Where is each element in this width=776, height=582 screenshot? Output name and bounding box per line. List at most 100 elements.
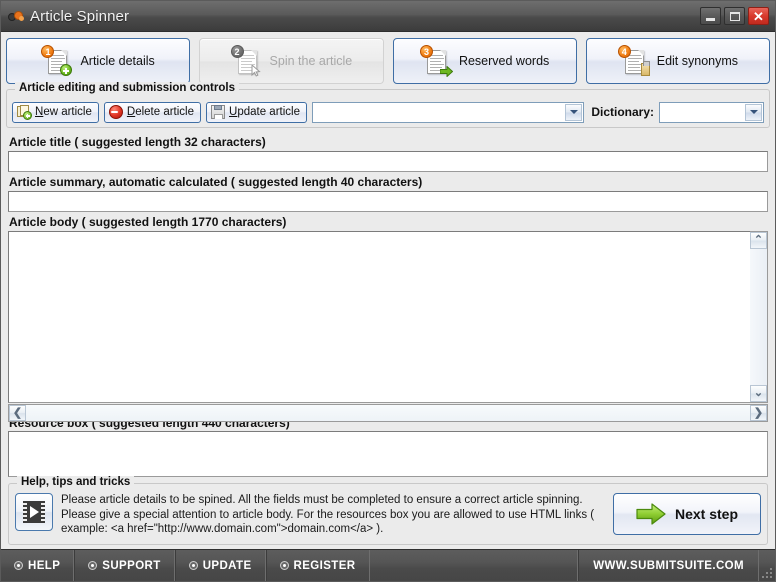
resize-grip[interactable] <box>759 550 775 581</box>
step-button-label: Edit synonyms <box>656 54 739 68</box>
step-number-badge: 3 <box>419 45 433 58</box>
dictionary-label: Dictionary: <box>591 105 654 119</box>
help-text: Please article details to be spined. All… <box>61 494 595 535</box>
scroll-left-button[interactable]: ❮ <box>9 405 26 421</box>
resource-box-textarea[interactable] <box>8 431 768 477</box>
chevron-left-icon: ❮ <box>12 406 23 419</box>
status-bar: HELP SUPPORT UPDATE REGISTER WWW.SUBMITS… <box>1 549 775 581</box>
status-item-register[interactable]: REGISTER <box>265 550 370 581</box>
radio-dot-icon <box>88 561 98 570</box>
film-strip-glyph <box>23 501 45 523</box>
help-tips-group: Help, tips and tricks Please article det… <box>8 476 768 545</box>
document-clipboard-icon: 4 <box>617 45 650 77</box>
article-body-value <box>9 232 750 238</box>
horizontal-scroll-track[interactable] <box>26 405 750 421</box>
resource-box-value <box>9 432 767 438</box>
new-document-icon <box>17 105 32 120</box>
next-step-button[interactable]: Next step <box>613 493 761 535</box>
green-arrow-right-icon <box>636 502 666 526</box>
radio-dot-icon <box>14 561 23 570</box>
step-button-spin-the-article[interactable]: 2 Spin the article <box>199 38 384 84</box>
status-item-label: UPDATE <box>202 559 252 572</box>
status-item-update[interactable]: UPDATE <box>174 550 266 581</box>
status-bar-spacer <box>370 550 579 581</box>
article-summary-value <box>9 192 767 198</box>
next-step-label: Next step <box>674 506 739 522</box>
chevron-right-icon: ❯ <box>753 406 764 419</box>
scroll-up-button[interactable]: ⌃ <box>750 232 767 249</box>
document-arrow-icon: 3 <box>419 45 453 77</box>
title-bar: Article Spinner ✕ <box>1 1 775 32</box>
status-item-help[interactable]: HELP <box>1 550 75 581</box>
step-button-label: Reserved words <box>458 54 550 68</box>
radio-dot-icon <box>279 561 289 570</box>
minimize-icon <box>706 17 715 21</box>
step-number-badge: 4 <box>617 45 631 58</box>
article-body-textarea[interactable] <box>8 231 750 403</box>
status-item-label: HELP <box>28 559 61 572</box>
close-button[interactable]: ✕ <box>748 7 769 25</box>
floppy-save-icon <box>211 105 226 119</box>
article-title-value <box>9 152 767 158</box>
green-arrow-badge-icon <box>439 64 453 77</box>
status-item-label: SUPPORT <box>102 559 161 572</box>
dictionary-select[interactable] <box>659 101 764 123</box>
article-body-horizontal-scrollbar[interactable]: ❮ ❯ <box>8 404 768 422</box>
radio-dot-icon <box>188 561 198 570</box>
status-website-link[interactable]: WWW.SUBMITSUITE.COM <box>578 550 759 581</box>
article-summary-input[interactable] <box>8 191 768 212</box>
new-article-button[interactable]: New article <box>12 101 99 123</box>
vertical-scroll-track[interactable] <box>750 249 767 385</box>
window-buttons: ✕ <box>700 7 772 25</box>
close-icon: ✕ <box>753 8 764 24</box>
article-controls-row: New article Delete article Update articl… <box>12 101 764 123</box>
article-select[interactable] <box>311 101 585 123</box>
step-button-article-details[interactable]: 1 Article details <box>6 38 191 84</box>
plus-badge-icon <box>60 64 73 76</box>
video-film-icon[interactable] <box>15 493 53 531</box>
chevron-down-icon: ⌄ <box>753 387 764 399</box>
step-button-bar: 1 Article details 2 Spin the article 3 R… <box>6 38 770 84</box>
article-body-area: ⌃ ⌄ <box>8 231 768 403</box>
resource-box-label: Resource box ( suggested length 440 char… <box>9 422 290 430</box>
step-button-edit-synonyms[interactable]: 4 Edit synonyms <box>585 38 770 84</box>
cursor-badge-icon <box>251 63 262 77</box>
client-area: 1 Article details 2 Spin the article 3 R… <box>1 32 775 549</box>
resource-box-label-clipped: Resource box ( suggested length 440 char… <box>8 422 768 430</box>
scroll-right-button[interactable]: ❯ <box>750 405 767 421</box>
minimize-button[interactable] <box>700 7 721 25</box>
clipboard-badge-icon <box>640 61 650 76</box>
article-title-label: Article title ( suggested length 32 char… <box>9 135 266 149</box>
article-body-vertical-scrollbar[interactable]: ⌃ ⌄ <box>750 231 768 403</box>
article-controls-group-title: Article editing and submission controls <box>15 82 239 94</box>
update-article-button[interactable]: Update article <box>206 101 307 123</box>
help-tips-group-title: Help, tips and tricks <box>17 476 135 488</box>
scroll-down-button[interactable]: ⌄ <box>750 385 767 402</box>
article-body-label: Article body ( suggested length 1770 cha… <box>9 215 287 229</box>
document-cursor-icon: 2 <box>230 45 262 77</box>
article-controls-group: Article editing and submission controls … <box>6 82 770 128</box>
update-article-label: Update article <box>229 106 300 118</box>
status-item-support[interactable]: SUPPORT <box>74 550 175 581</box>
article-title-input[interactable] <box>8 151 768 172</box>
maximize-button[interactable] <box>724 7 745 25</box>
document-add-icon: 1 <box>41 45 73 77</box>
chevron-down-icon[interactable] <box>745 103 762 121</box>
maximize-icon <box>729 11 740 21</box>
step-button-label: Spin the article <box>269 54 353 68</box>
new-article-label: New article <box>35 106 92 118</box>
delete-article-button[interactable]: Delete article <box>103 101 202 123</box>
step-number-badge: 2 <box>230 45 244 58</box>
status-item-label: REGISTER <box>293 559 356 572</box>
step-button-label: Article details <box>80 54 155 68</box>
window-title: Article Spinner <box>30 7 130 25</box>
resource-box-section: Resource box ( suggested length 440 char… <box>6 422 770 477</box>
application-window: Article Spinner ✕ 1 Article details 2 Sp… <box>0 0 776 582</box>
article-summary-label: Article summary, automatic calculated ( … <box>9 175 423 189</box>
step-button-reserved-words[interactable]: 3 Reserved words <box>392 38 577 84</box>
chevron-up-icon: ⌃ <box>753 234 764 246</box>
app-logo-icon <box>8 9 27 24</box>
chevron-down-icon[interactable] <box>565 103 583 121</box>
delete-circle-icon <box>108 105 123 119</box>
delete-article-label: Delete article <box>126 106 195 118</box>
